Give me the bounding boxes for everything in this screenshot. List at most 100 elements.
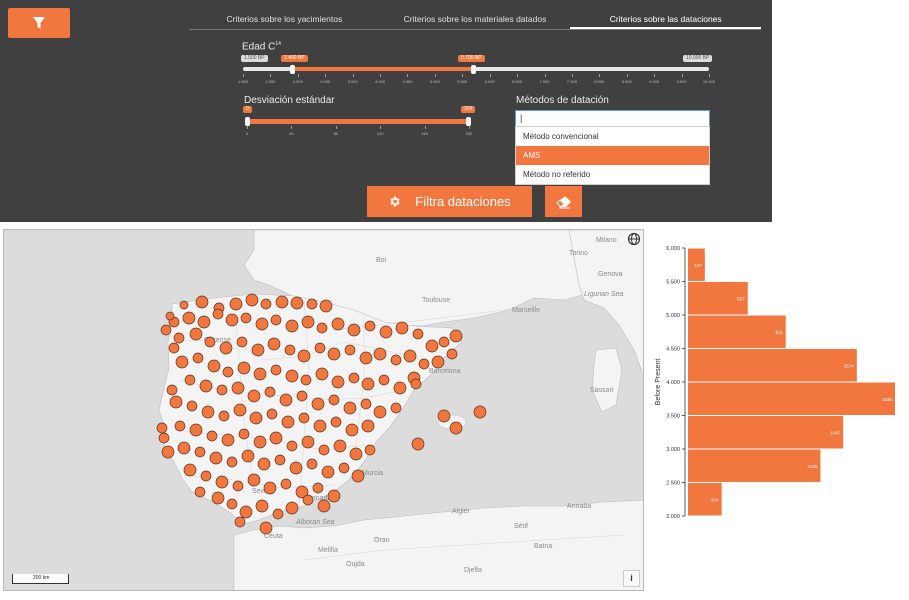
site-marker[interactable]	[285, 369, 299, 383]
site-marker[interactable]	[200, 470, 212, 482]
site-marker[interactable]	[390, 402, 402, 414]
method-option-conventional[interactable]: Método convencional	[516, 127, 709, 146]
site-marker[interactable]	[285, 501, 299, 515]
site-marker[interactable]	[338, 462, 350, 474]
site-marker[interactable]	[226, 456, 238, 468]
site-marker[interactable]	[264, 386, 276, 398]
site-marker[interactable]	[257, 457, 271, 471]
site-marker[interactable]	[241, 449, 255, 463]
site-marker[interactable]	[330, 416, 342, 428]
tab-sites[interactable]: Criterios sobre los yacimientos	[189, 10, 380, 29]
site-marker[interactable]	[285, 319, 299, 333]
site-marker[interactable]	[240, 312, 252, 324]
site-marker[interactable]	[349, 447, 363, 461]
site-marker[interactable]	[234, 516, 246, 528]
site-marker[interactable]	[331, 375, 345, 389]
site-marker[interactable]	[201, 405, 215, 419]
site-marker[interactable]	[300, 374, 312, 386]
site-marker[interactable]	[449, 421, 463, 435]
site-marker[interactable]	[195, 295, 209, 309]
site-marker[interactable]	[207, 359, 221, 373]
site-marker[interactable]	[237, 361, 251, 375]
filter-toggle-button[interactable]	[8, 8, 70, 38]
site-marker[interactable]	[255, 317, 269, 331]
site-marker[interactable]	[222, 366, 234, 378]
site-marker[interactable]	[253, 367, 267, 381]
site-marker[interactable]	[412, 328, 424, 340]
site-marker[interactable]	[306, 298, 318, 310]
site-marker[interactable]	[270, 314, 282, 326]
site-marker[interactable]	[331, 317, 345, 331]
histogram-bar[interactable]	[688, 382, 895, 416]
site-marker[interactable]	[175, 355, 189, 369]
site-marker[interactable]	[212, 308, 224, 320]
site-marker[interactable]	[314, 342, 326, 354]
age-slider-low-handle[interactable]	[290, 65, 296, 74]
site-marker[interactable]	[361, 377, 375, 391]
site-marker[interactable]	[301, 435, 315, 449]
site-marker[interactable]	[311, 397, 325, 411]
site-marker[interactable]	[327, 347, 341, 361]
site-marker[interactable]	[245, 293, 259, 307]
site-marker[interactable]	[281, 415, 295, 429]
site-marker[interactable]	[168, 342, 180, 354]
site-marker[interactable]	[229, 297, 243, 311]
site-marker[interactable]	[473, 405, 487, 419]
site-marker[interactable]	[231, 381, 245, 395]
site-marker[interactable]	[364, 444, 376, 456]
site-marker[interactable]	[403, 349, 417, 363]
site-marker[interactable]	[197, 315, 211, 329]
site-marker[interactable]	[204, 336, 216, 348]
site-marker[interactable]	[189, 423, 203, 437]
site-marker[interactable]	[177, 441, 191, 455]
method-option-not-referred[interactable]: Método no referido	[516, 165, 709, 184]
site-marker[interactable]	[233, 403, 247, 417]
globe-icon[interactable]	[627, 232, 641, 246]
site-marker[interactable]	[238, 428, 250, 440]
site-marker[interactable]	[328, 394, 340, 406]
tab-materials[interactable]: Criterios sobre los materiales datados	[380, 10, 571, 29]
site-marker[interactable]	[184, 374, 196, 386]
site-marker[interactable]	[373, 405, 387, 419]
site-marker[interactable]	[345, 423, 359, 437]
site-marker[interactable]	[351, 469, 365, 483]
site-marker[interactable]	[236, 336, 248, 348]
site-marker[interactable]	[247, 389, 261, 403]
site-marker[interactable]	[379, 325, 393, 339]
site-marker[interactable]	[215, 475, 229, 489]
site-marker[interactable]	[395, 321, 409, 335]
site-marker[interactable]	[179, 300, 189, 310]
site-marker[interactable]	[166, 384, 178, 396]
site-marker[interactable]	[333, 439, 347, 453]
site-marker[interactable]	[418, 358, 430, 370]
site-marker[interactable]	[280, 478, 292, 490]
site-marker[interactable]	[446, 348, 458, 360]
site-marker[interactable]	[378, 374, 390, 386]
deviation-slider[interactable]	[245, 117, 471, 126]
site-marker[interactable]	[267, 337, 281, 351]
site-marker[interactable]	[321, 465, 335, 479]
site-marker[interactable]	[194, 446, 206, 458]
tab-datings[interactable]: Criterios sobre las dataciones	[570, 10, 762, 29]
site-marker[interactable]	[361, 419, 375, 433]
site-marker[interactable]	[279, 393, 293, 407]
site-marker[interactable]	[302, 494, 314, 506]
site-marker[interactable]	[199, 379, 213, 393]
site-marker[interactable]	[259, 521, 273, 535]
histogram-bar[interactable]	[688, 315, 786, 349]
site-marker[interactable]	[272, 508, 284, 520]
site-marker[interactable]	[318, 444, 330, 456]
site-marker[interactable]	[255, 499, 269, 513]
site-marker[interactable]	[269, 431, 283, 445]
site-marker[interactable]	[431, 355, 445, 369]
site-marker[interactable]	[221, 433, 235, 447]
site-marker[interactable]	[253, 435, 267, 449]
site-marker[interactable]	[194, 486, 206, 498]
site-marker[interactable]	[206, 430, 218, 442]
site-marker[interactable]	[306, 458, 318, 470]
histogram-bar[interactable]	[688, 449, 821, 483]
site-marker[interactable]	[186, 400, 198, 412]
histogram-bar[interactable]	[688, 416, 844, 449]
site-marker[interactable]	[373, 347, 387, 361]
site-marker[interactable]	[313, 419, 327, 433]
